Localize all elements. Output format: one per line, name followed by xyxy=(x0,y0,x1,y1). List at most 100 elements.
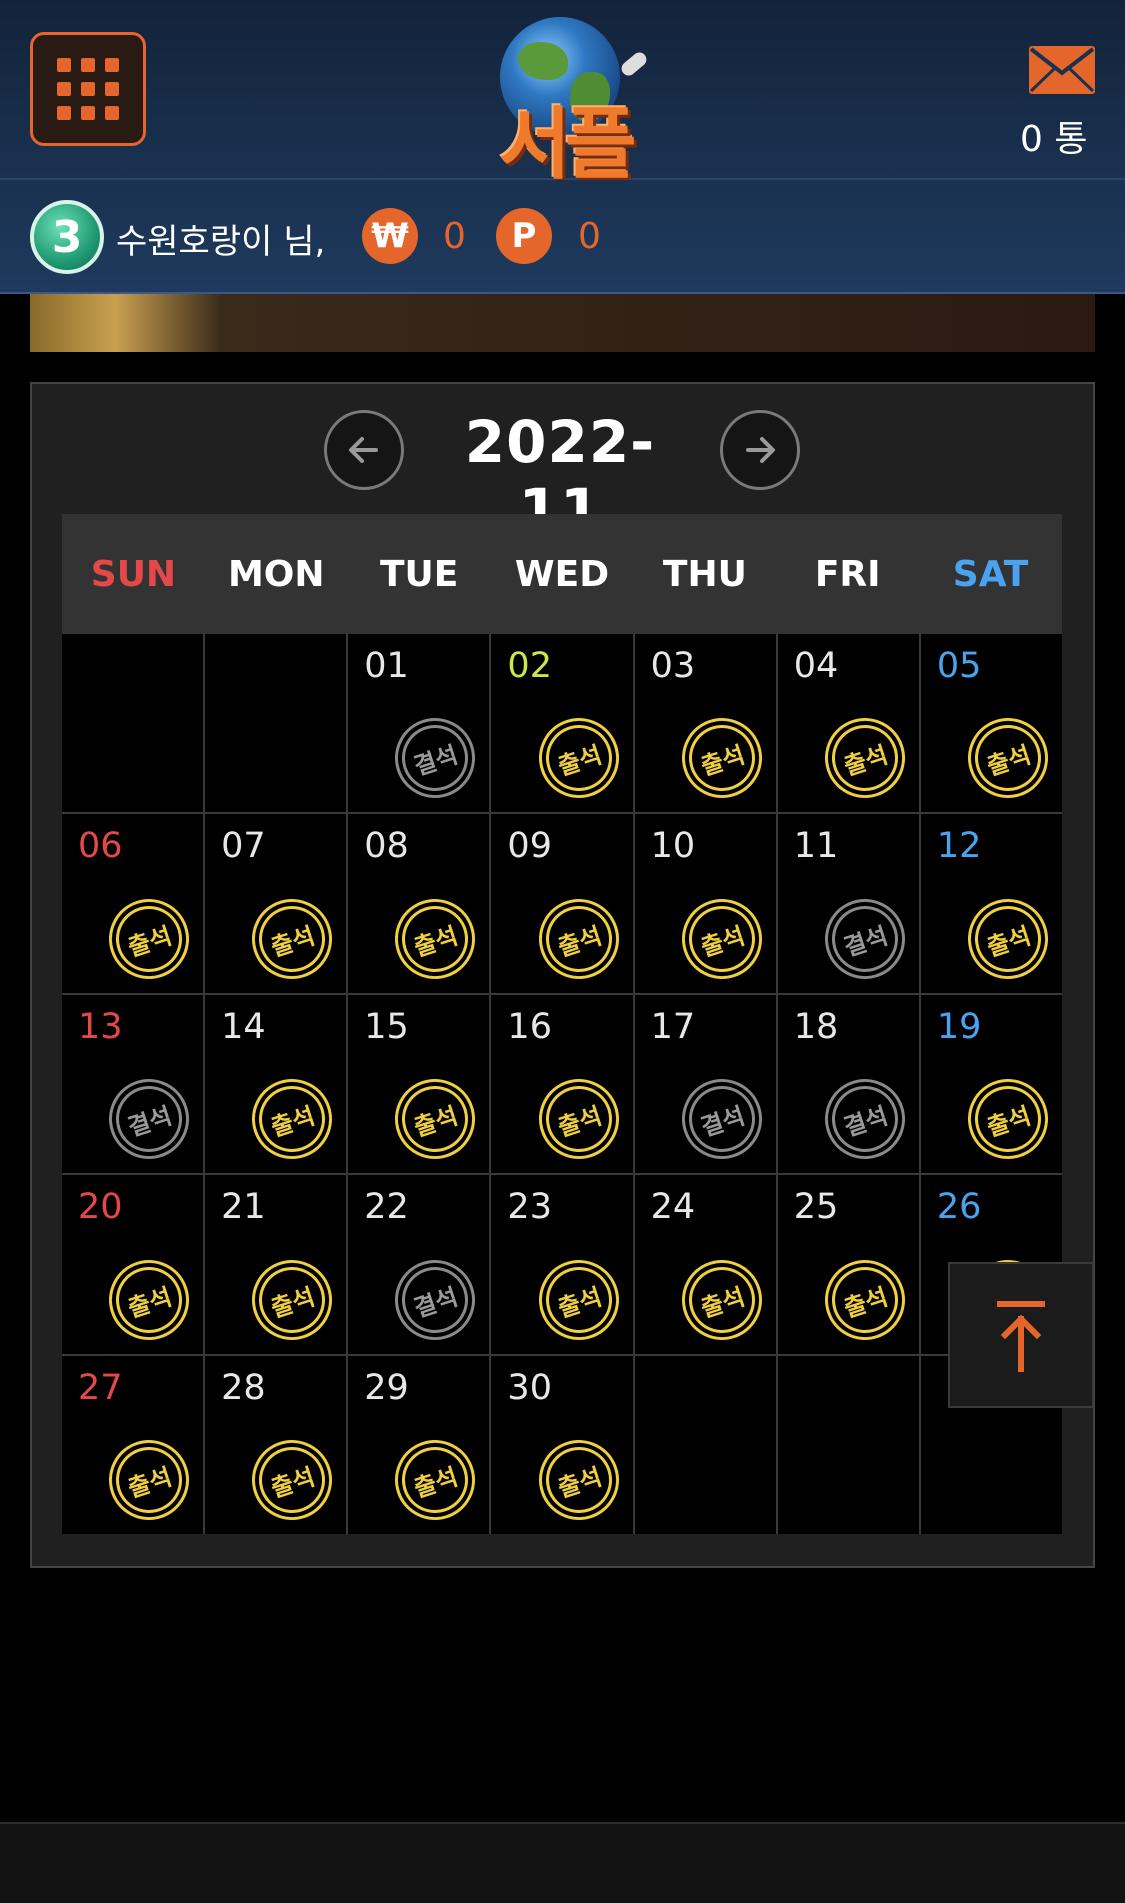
attendance-stamp-absent: 결석 xyxy=(98,1068,200,1170)
stamp-label: 출석 xyxy=(697,740,748,781)
mail-icon[interactable] xyxy=(1028,45,1096,95)
user-name[interactable]: 수원호랑이 님, xyxy=(116,214,325,263)
attendance-stamp-present: 출석 xyxy=(671,1249,773,1350)
calendar-day-cell: 03 출석 xyxy=(634,634,776,813)
calendar-day-number: 28 xyxy=(221,1367,266,1408)
attendance-stamp-present: 출석 xyxy=(814,1249,916,1350)
attendance-stamp-present: 출석 xyxy=(957,888,1059,990)
stamp-label: 출석 xyxy=(124,921,176,962)
calendar-day-number: 01 xyxy=(364,646,409,686)
weekday-sun: SUN xyxy=(90,553,177,595)
attendance-stamp-present: 출석 xyxy=(528,1249,629,1350)
calendar-day-cell: 04 출석 xyxy=(777,634,919,813)
calendar-day-number: 16 xyxy=(507,1006,552,1047)
stamp-label: 출석 xyxy=(267,1281,319,1323)
calendar-day-cell: 25 출석 xyxy=(777,1175,919,1354)
attendance-stamp-absent: 결석 xyxy=(814,1068,916,1170)
app-header: 서플 0 통 xyxy=(0,0,1125,190)
stamp-label: 출석 xyxy=(840,740,891,781)
point-icon: P xyxy=(496,208,552,264)
calendar-day-number: 06 xyxy=(78,826,123,867)
calendar-day-number: 08 xyxy=(364,826,409,867)
calendar-day-cell: 27 출석 xyxy=(62,1355,204,1534)
weekday-tue: TUE xyxy=(379,553,459,595)
attendance-stamp-present: 출석 xyxy=(671,707,773,809)
weekday-sat: SAT xyxy=(952,553,1029,595)
stamp-label: 출석 xyxy=(553,1101,605,1142)
level-badge: 3 xyxy=(30,200,104,274)
rocket-icon xyxy=(618,49,650,79)
menu-button[interactable] xyxy=(30,32,146,146)
arrow-right-icon xyxy=(746,437,775,463)
stamp-label: 결석 xyxy=(124,1101,176,1142)
calendar-day-number: 10 xyxy=(650,826,696,867)
calendar-day-cell: 19 출석 xyxy=(920,994,1062,1174)
calendar-day-cell: 11 결석 xyxy=(777,814,919,993)
calendar-day-cell: 01 결석 xyxy=(348,634,490,813)
next-month-button[interactable] xyxy=(720,410,800,490)
calendar-day-number: 12 xyxy=(936,826,982,867)
calendar-day-cell: 30 출석 xyxy=(491,1355,633,1534)
point-balance: 0 xyxy=(578,216,601,257)
stamp-label: 출석 xyxy=(553,1281,605,1323)
stamp-label: 결석 xyxy=(840,921,891,962)
banner-image[interactable] xyxy=(30,294,1095,352)
grid-menu-icon xyxy=(57,58,119,120)
logo-text: 서플 xyxy=(499,100,637,190)
attendance-stamp-present: 출석 xyxy=(385,1429,486,1531)
mail-count[interactable]: 0 통 xyxy=(1020,110,1120,162)
site-logo[interactable]: 서플 xyxy=(470,12,660,190)
stamp-label: 출석 xyxy=(267,1462,319,1503)
stamp-label: 결석 xyxy=(410,740,462,781)
stamp-label: 출석 xyxy=(983,1101,1035,1142)
footer-bar xyxy=(0,1822,1125,1903)
calendar-day-cell xyxy=(205,634,347,813)
calendar-day-number: 29 xyxy=(364,1367,409,1408)
calendar-day-cell: 15 출석 xyxy=(348,994,490,1174)
stamp-label: 출석 xyxy=(697,921,748,962)
calendar-day-cell: 12 출석 xyxy=(920,814,1062,993)
won-icon: ₩ xyxy=(362,208,418,264)
weekday-fri: FRI xyxy=(814,553,881,595)
calendar-day-number: 30 xyxy=(507,1367,552,1408)
calendar-day-number: 23 xyxy=(507,1187,552,1228)
weekday-mon: MON xyxy=(227,553,325,595)
stamp-label: 결석 xyxy=(697,1101,748,1142)
attendance-stamp-present: 출석 xyxy=(528,1429,629,1531)
calendar-day-number: 20 xyxy=(78,1187,123,1228)
calendar-grid: 01 결석 02 출석 03 출석 04 출석 05 출석 06 출석 07 출석 08 출석 09 출석 10 출석… xyxy=(62,634,1062,1534)
calendar-day-cell xyxy=(777,1355,919,1534)
calendar-day-cell: 05 출석 xyxy=(920,634,1062,813)
calendar-day-cell: 16 출석 xyxy=(491,994,633,1174)
prev-month-button[interactable] xyxy=(324,410,404,490)
calendar-day-number: 07 xyxy=(221,826,266,867)
calendar-day-cell: 13 결석 xyxy=(62,994,204,1174)
attendance-stamp-present: 출석 xyxy=(814,707,916,809)
calendar-day-number: 02 xyxy=(507,646,552,686)
stamp-label: 출석 xyxy=(983,921,1035,962)
attendance-stamp-present: 출석 xyxy=(98,1429,200,1531)
scroll-top-button[interactable] xyxy=(948,1262,1094,1408)
calendar-day-cell: 24 출석 xyxy=(634,1175,776,1354)
weekday-thu: THU xyxy=(662,553,747,595)
calendar-day-number: 05 xyxy=(936,646,982,686)
attendance-stamp-present: 출석 xyxy=(528,1068,629,1170)
calendar-day-number: 03 xyxy=(650,646,696,686)
stamp-label: 결석 xyxy=(410,1281,462,1323)
weekday-wed: WED xyxy=(514,553,610,595)
attendance-stamp-present: 출석 xyxy=(957,1068,1059,1170)
attendance-stamp-absent: 결석 xyxy=(671,1068,773,1170)
calendar-day-cell: 14 출석 xyxy=(205,994,347,1174)
calendar-day-cell: 29 출석 xyxy=(348,1355,490,1534)
calendar-day-number: 13 xyxy=(78,1006,123,1047)
calendar-day-cell: 28 출석 xyxy=(205,1355,347,1534)
stamp-label: 출석 xyxy=(267,921,319,962)
stamp-label: 출석 xyxy=(553,921,605,962)
calendar-day-cell: 23 출석 xyxy=(491,1175,633,1354)
calendar-day-number: 14 xyxy=(221,1006,266,1047)
attendance-stamp-present: 출석 xyxy=(241,888,343,990)
calendar-day-cell: 02 출석 xyxy=(491,634,633,813)
calendar-day-number: 04 xyxy=(793,646,839,686)
arrow-left-icon xyxy=(349,437,378,463)
stamp-label: 출석 xyxy=(410,1101,462,1142)
